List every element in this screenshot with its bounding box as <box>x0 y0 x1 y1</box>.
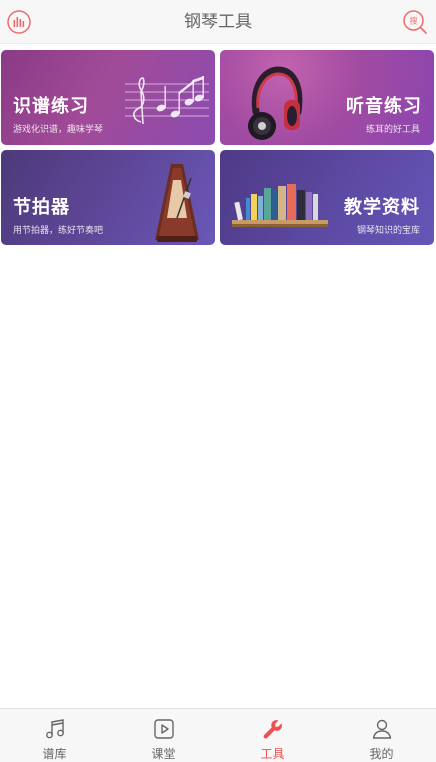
search-button[interactable]: 搜 <box>402 9 428 35</box>
app-root: 钢琴工具 搜 识谱练习 游戏化识谱，趣味学琴 听音练习 练耳的好工具 节拍器 用… <box>0 0 436 762</box>
card-subtitle: 游戏化识谱，趣味学琴 <box>13 125 104 135</box>
equalizer-button[interactable] <box>6 9 32 35</box>
card-subtitle: 钢琴知识的宝库 <box>356 226 420 236</box>
music-notes-icon <box>125 76 209 125</box>
metronome-icon <box>155 164 199 242</box>
search-icon-text: 搜 <box>410 16 418 26</box>
card-ear-training[interactable]: 听音练习 练耳的好工具 <box>220 50 434 145</box>
card-sight-reading[interactable]: 识谱练习 游戏化识谱，趣味学琴 <box>1 50 215 145</box>
card-title: 节拍器 <box>13 197 70 218</box>
card-title: 识谱练习 <box>13 96 89 117</box>
card-title: 听音练习 <box>346 96 422 117</box>
card-metronome[interactable]: 节拍器 用节拍器，练好节奏吧 <box>1 150 215 245</box>
tab-label: 谱库 <box>42 747 67 761</box>
card-title: 教学资料 <box>344 197 420 218</box>
play-icon <box>153 719 174 739</box>
search-icon: 搜 <box>403 10 427 34</box>
page-title: 钢琴工具 <box>184 12 252 32</box>
card-subtitle: 练耳的好工具 <box>365 125 420 135</box>
equalizer-icon <box>7 10 31 34</box>
tab-profile[interactable]: 我的 <box>327 709 436 762</box>
card-subtitle: 用节拍器，练好节奏吧 <box>13 226 104 236</box>
card-learning-materials[interactable]: 教学资料 钢琴知识的宝库 <box>220 150 434 245</box>
tab-sheet-library[interactable]: 谱库 <box>0 709 109 762</box>
tab-label: 课堂 <box>151 747 176 761</box>
tab-label: 我的 <box>369 747 394 761</box>
tab-tools[interactable]: 工具 <box>218 709 327 762</box>
bookshelf-icon <box>232 184 328 227</box>
wrench-icon <box>263 720 282 739</box>
bottom-tab-bar: 谱库 课堂 工具 我的 <box>0 708 436 762</box>
tab-classroom[interactable]: 课堂 <box>109 709 218 762</box>
headphones-icon <box>248 66 303 140</box>
header-bar: 钢琴工具 搜 <box>0 0 436 44</box>
user-icon <box>372 719 391 739</box>
tab-label: 工具 <box>260 747 285 761</box>
music-note-icon <box>45 719 64 739</box>
